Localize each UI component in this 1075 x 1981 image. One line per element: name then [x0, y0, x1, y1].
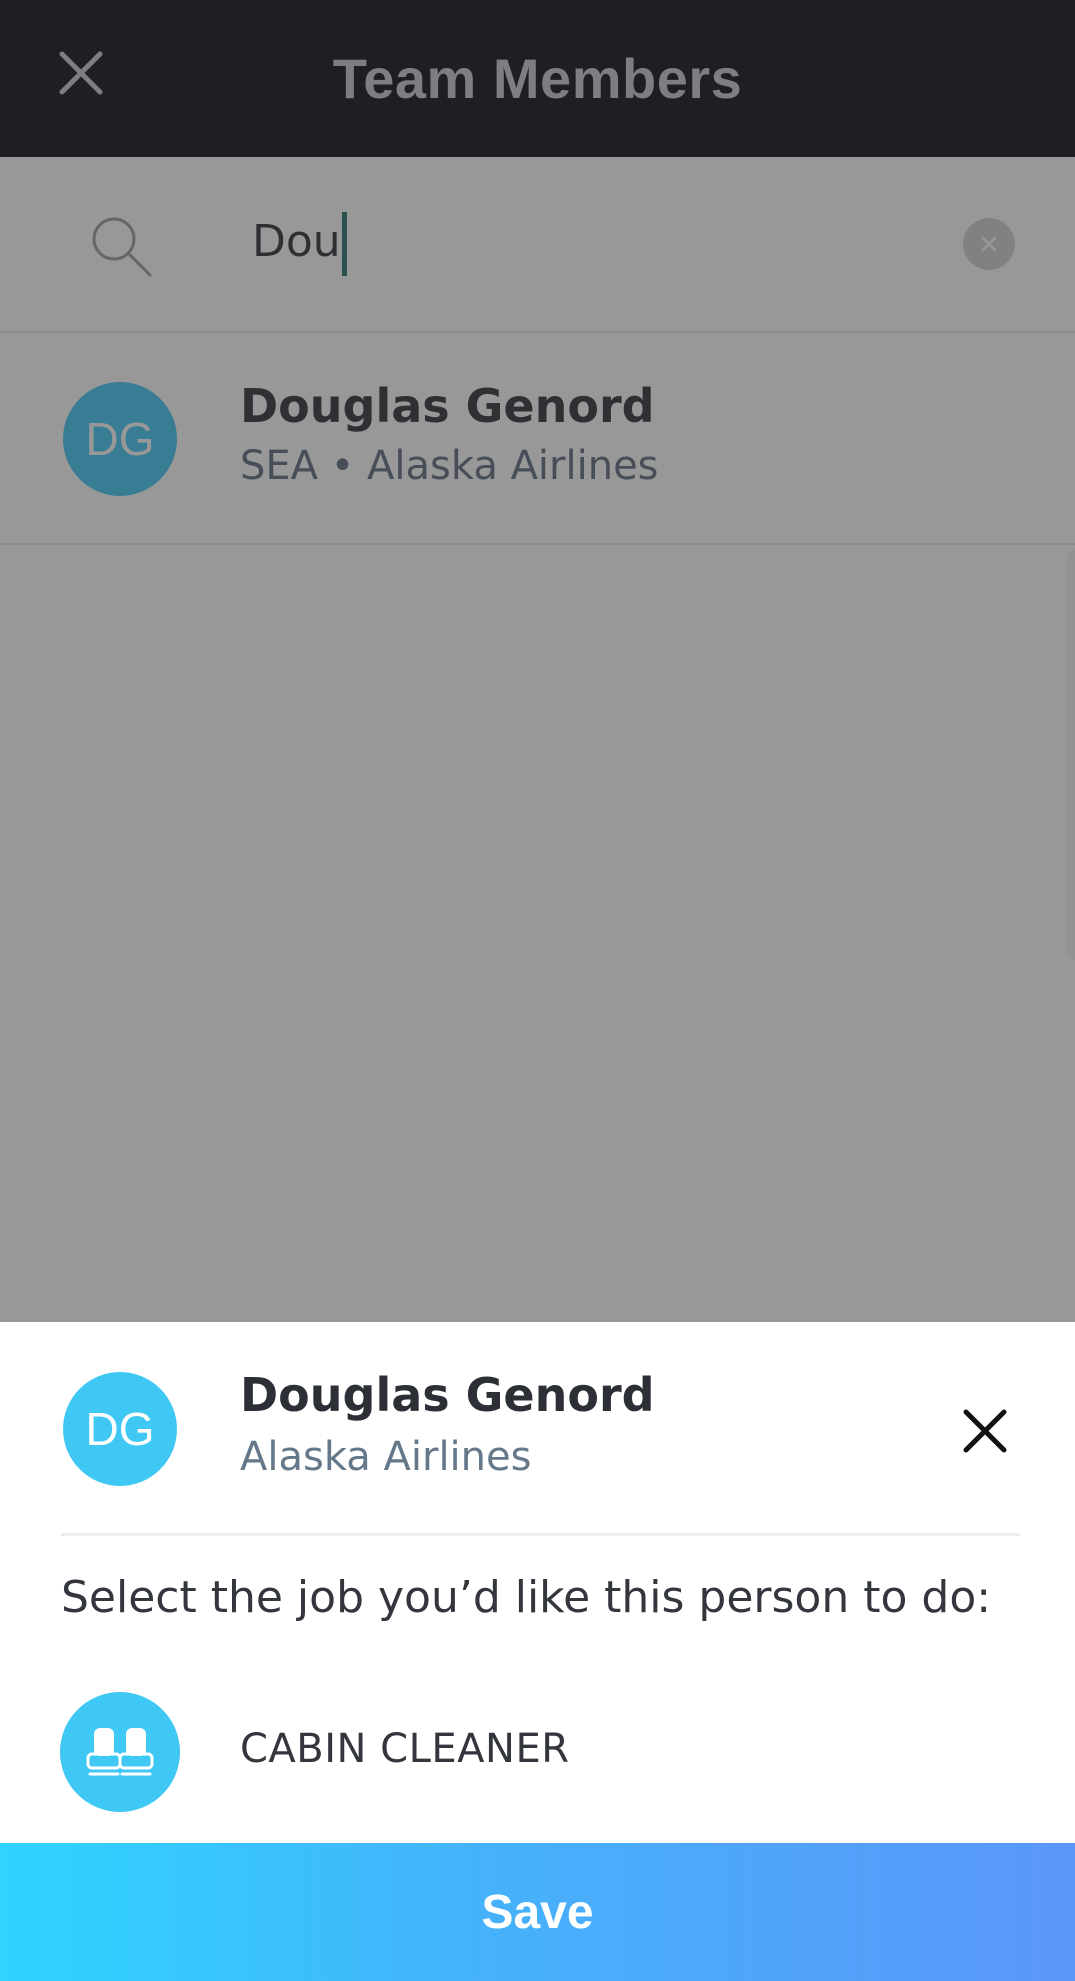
- close-icon[interactable]: [56, 48, 106, 98]
- member-company: Alaska Airlines: [240, 1434, 532, 1480]
- page-title: Team Members: [332, 47, 743, 110]
- app-bar: Team Members: [0, 0, 1075, 157]
- divider: [61, 1533, 1020, 1536]
- member-name: Douglas Genord: [240, 1368, 655, 1422]
- job-option-cabin-cleaner[interactable]: CABIN CLEANER: [240, 1726, 570, 1772]
- save-button[interactable]: Save: [0, 1843, 1075, 1981]
- job-prompt: Select the job you’d like this person to…: [61, 1572, 992, 1623]
- avatar: DG: [63, 1372, 177, 1486]
- seats-icon[interactable]: [60, 1692, 180, 1812]
- modal-overlay[interactable]: [0, 157, 1075, 1322]
- close-icon[interactable]: [958, 1404, 1012, 1458]
- assign-job-sheet: DG Douglas Genord Alaska Airlines Select…: [0, 1322, 1075, 1981]
